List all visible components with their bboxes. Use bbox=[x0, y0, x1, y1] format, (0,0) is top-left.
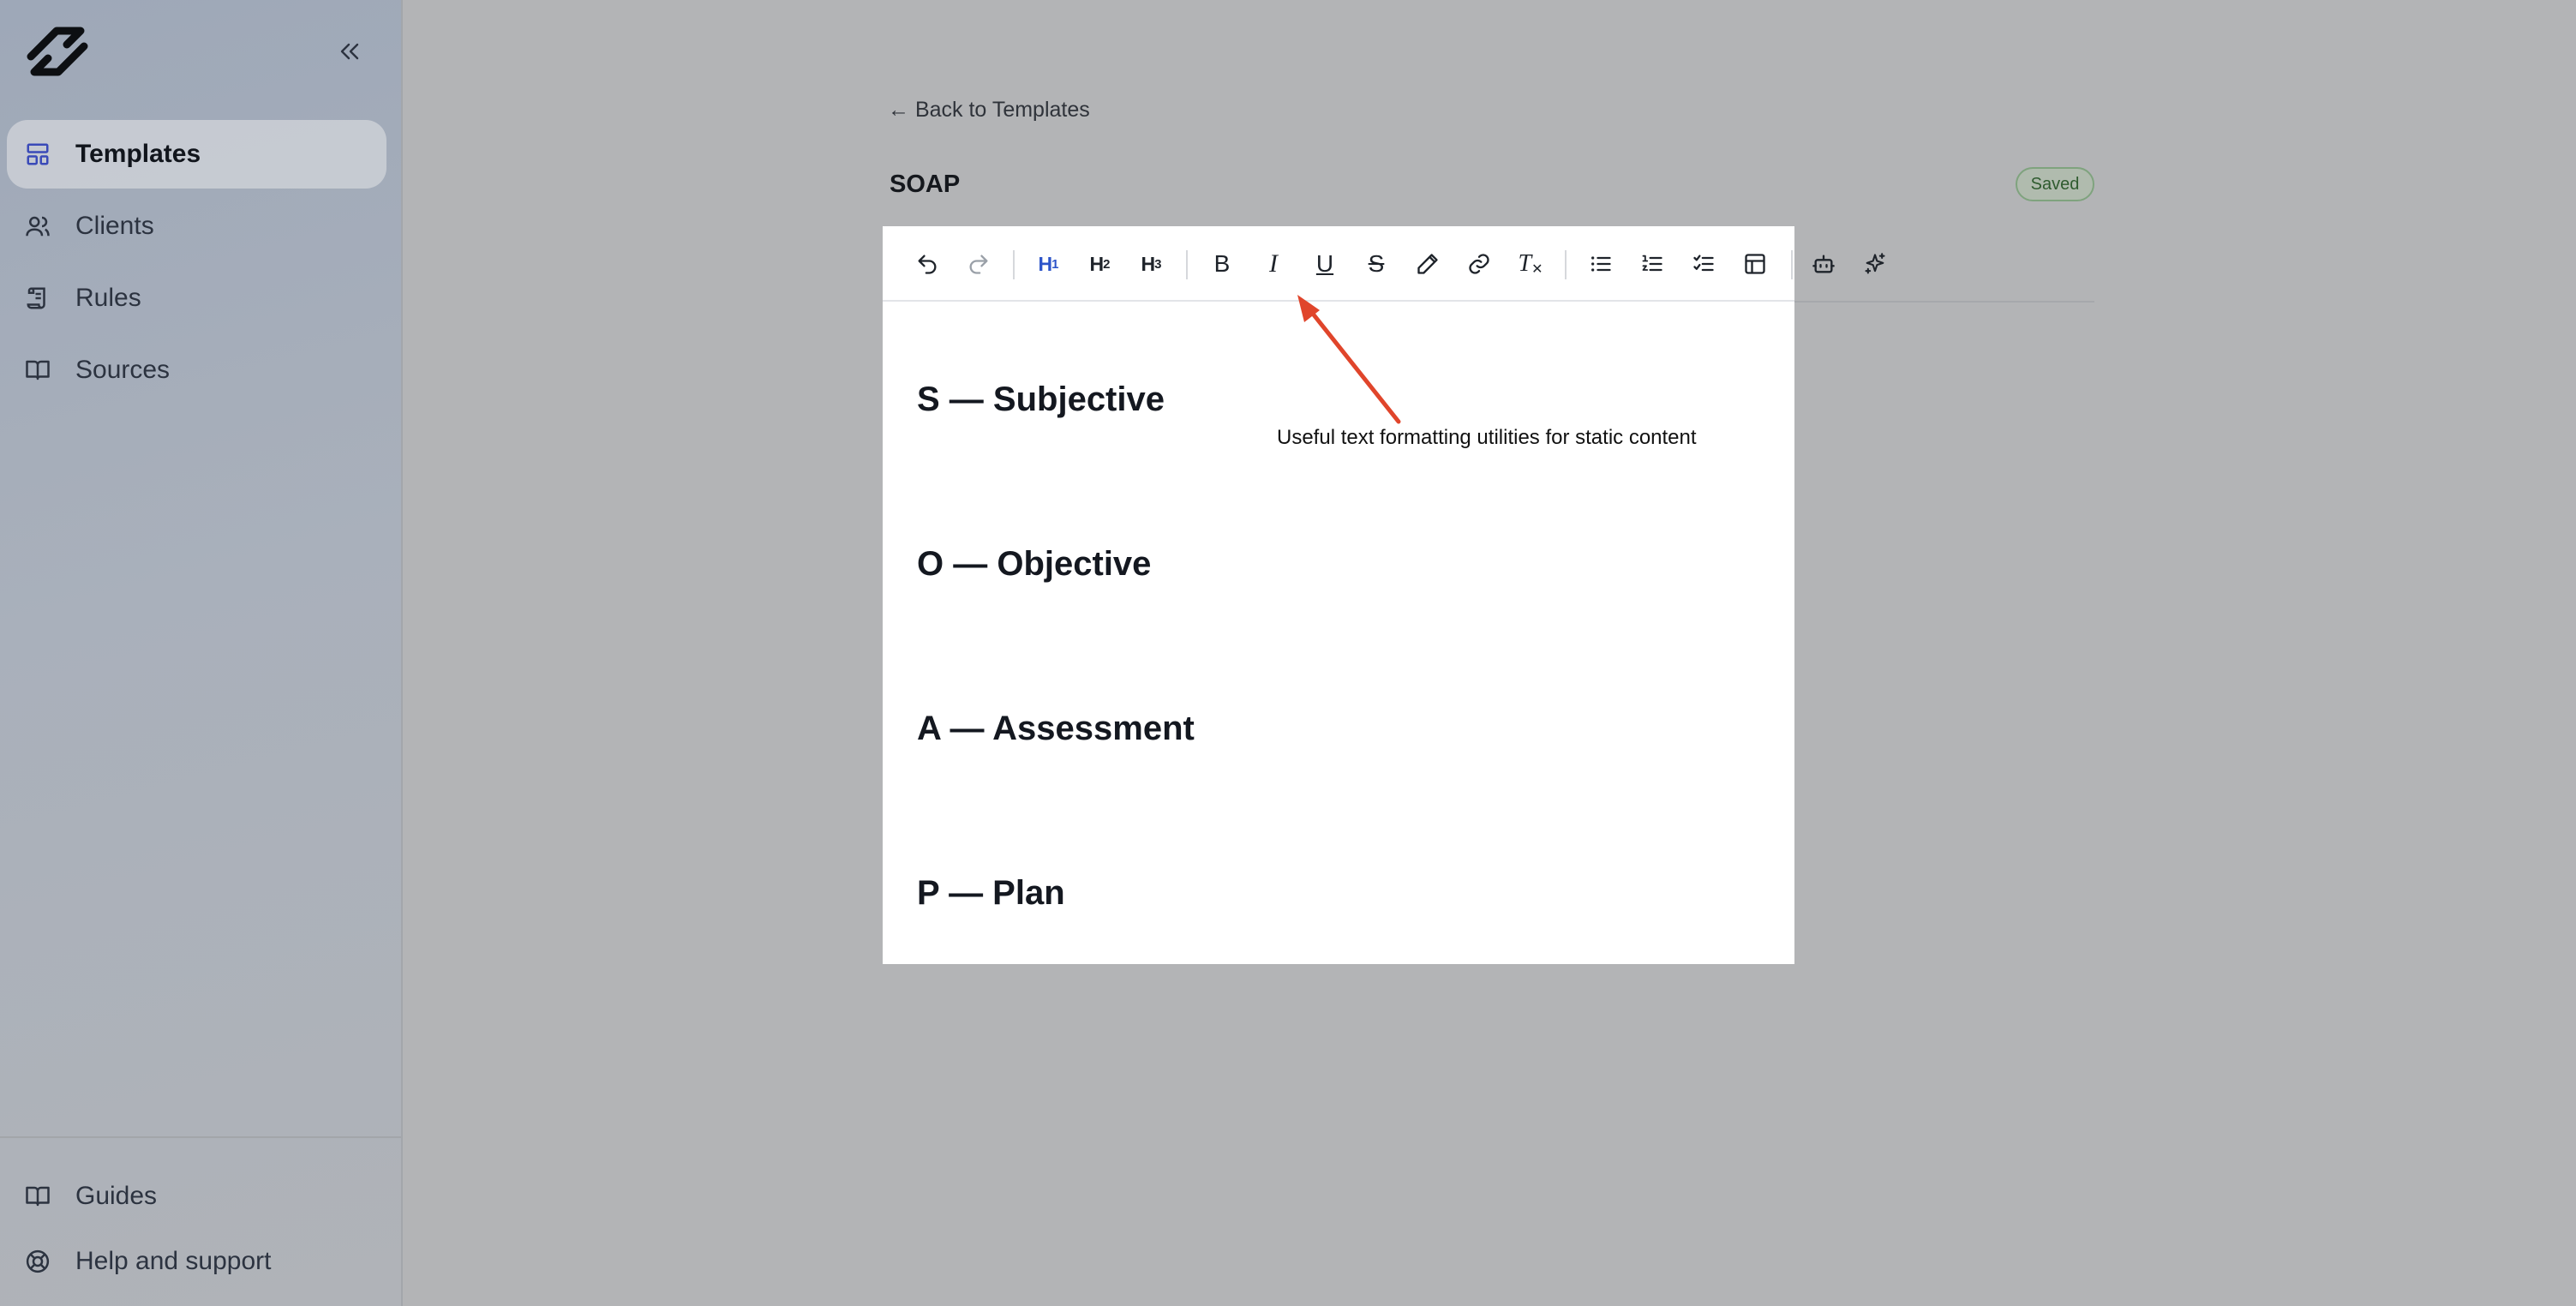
table-icon bbox=[1745, 254, 1765, 274]
sidebar-item-help[interactable]: Help and support bbox=[7, 1234, 386, 1289]
collapse-sidebar-button[interactable] bbox=[331, 34, 368, 69]
highlight-button[interactable] bbox=[1409, 245, 1447, 283]
bullet-list-button[interactable] bbox=[1582, 245, 1620, 283]
bot-icon bbox=[1812, 255, 1835, 273]
editor[interactable]: H1 H2 H3 B I U S T ✕ S — Subjective O — … bbox=[883, 226, 1794, 964]
sidebar-item-label: Sources bbox=[75, 356, 171, 384]
book-icon bbox=[22, 355, 53, 386]
sidebar-item-guides[interactable]: Guides bbox=[7, 1169, 386, 1224]
heading-2-button[interactable]: H2 bbox=[1081, 245, 1118, 283]
editor-toolbar: H1 H2 H3 B I U S T ✕ bbox=[883, 226, 1794, 302]
back-to-templates-link[interactable]: ← Back to Templates bbox=[888, 98, 1090, 123]
clear-formatting-button[interactable]: T ✕ bbox=[1512, 245, 1549, 283]
strikethrough-button[interactable]: S bbox=[1357, 245, 1395, 283]
sidebar-item-label: Guides bbox=[75, 1182, 158, 1210]
sidebar-divider bbox=[0, 1136, 401, 1138]
link-button[interactable] bbox=[1460, 245, 1498, 283]
ordered-list-button[interactable] bbox=[1633, 245, 1671, 283]
layout-icon bbox=[22, 139, 53, 170]
users-icon bbox=[22, 211, 53, 242]
table-button[interactable] bbox=[1736, 245, 1774, 283]
status-badge: Saved bbox=[2016, 167, 2094, 201]
undo-button[interactable] bbox=[908, 245, 946, 283]
section-heading[interactable]: P — Plan bbox=[917, 874, 1065, 913]
task-list-button[interactable] bbox=[1685, 245, 1722, 283]
sidebar-item-clients[interactable]: Clients bbox=[7, 192, 386, 261]
book-icon bbox=[22, 1181, 53, 1212]
section-heading[interactable]: O — Objective bbox=[917, 545, 1151, 584]
sidebar-item-templates[interactable]: Templates bbox=[7, 120, 386, 189]
undo-icon bbox=[918, 255, 937, 274]
sidebar-item-rules[interactable]: Rules bbox=[7, 264, 386, 332]
bullet-list-icon bbox=[1591, 256, 1611, 272]
sidebar-item-label: Templates bbox=[75, 140, 201, 168]
sidebar-item-label: Help and support bbox=[75, 1247, 272, 1275]
redo-button[interactable] bbox=[960, 245, 997, 283]
sidebar-item-label: Clients bbox=[75, 212, 154, 240]
ai-bot-button[interactable] bbox=[1805, 245, 1842, 283]
toolbar-separator bbox=[1565, 250, 1567, 279]
redo-icon bbox=[969, 255, 988, 274]
sidebar-item-sources[interactable]: Sources bbox=[7, 336, 386, 404]
sidebar: Templates Clients Rules Sources Guides H… bbox=[0, 0, 403, 1306]
toolbar-separator bbox=[1186, 250, 1188, 279]
annotation-label: Useful text formatting utilities for sta… bbox=[1277, 426, 1697, 449]
italic-button[interactable]: I bbox=[1255, 245, 1292, 283]
clear-x-icon: ✕ bbox=[1531, 262, 1543, 277]
sidebar-item-label: Rules bbox=[75, 284, 141, 312]
sparkles-icon bbox=[1865, 253, 1885, 274]
toolbar-divider bbox=[1794, 301, 2094, 303]
underline-button[interactable]: U bbox=[1306, 245, 1344, 283]
logo-icon[interactable] bbox=[19, 22, 96, 81]
ordered-list-icon bbox=[1642, 255, 1662, 272]
chevrons-left-icon bbox=[340, 43, 359, 60]
lifebuoy-icon bbox=[22, 1246, 53, 1277]
ai-sparkles-button[interactable] bbox=[1856, 245, 1894, 283]
section-heading[interactable]: S — Subjective bbox=[917, 380, 1165, 419]
section-heading[interactable]: A — Assessment bbox=[917, 710, 1195, 748]
toolbar-separator bbox=[1791, 250, 1793, 279]
link-icon bbox=[1469, 254, 1489, 274]
pencil-icon bbox=[1417, 254, 1438, 274]
toolbar-separator bbox=[1013, 250, 1015, 279]
heading-1-button[interactable]: H1 bbox=[1029, 245, 1067, 283]
scroll-icon bbox=[22, 283, 53, 314]
page-title: SOAP bbox=[890, 171, 961, 198]
heading-3-button[interactable]: H3 bbox=[1132, 245, 1170, 283]
bold-button[interactable]: B bbox=[1203, 245, 1241, 283]
checklist-icon bbox=[1693, 255, 1714, 272]
